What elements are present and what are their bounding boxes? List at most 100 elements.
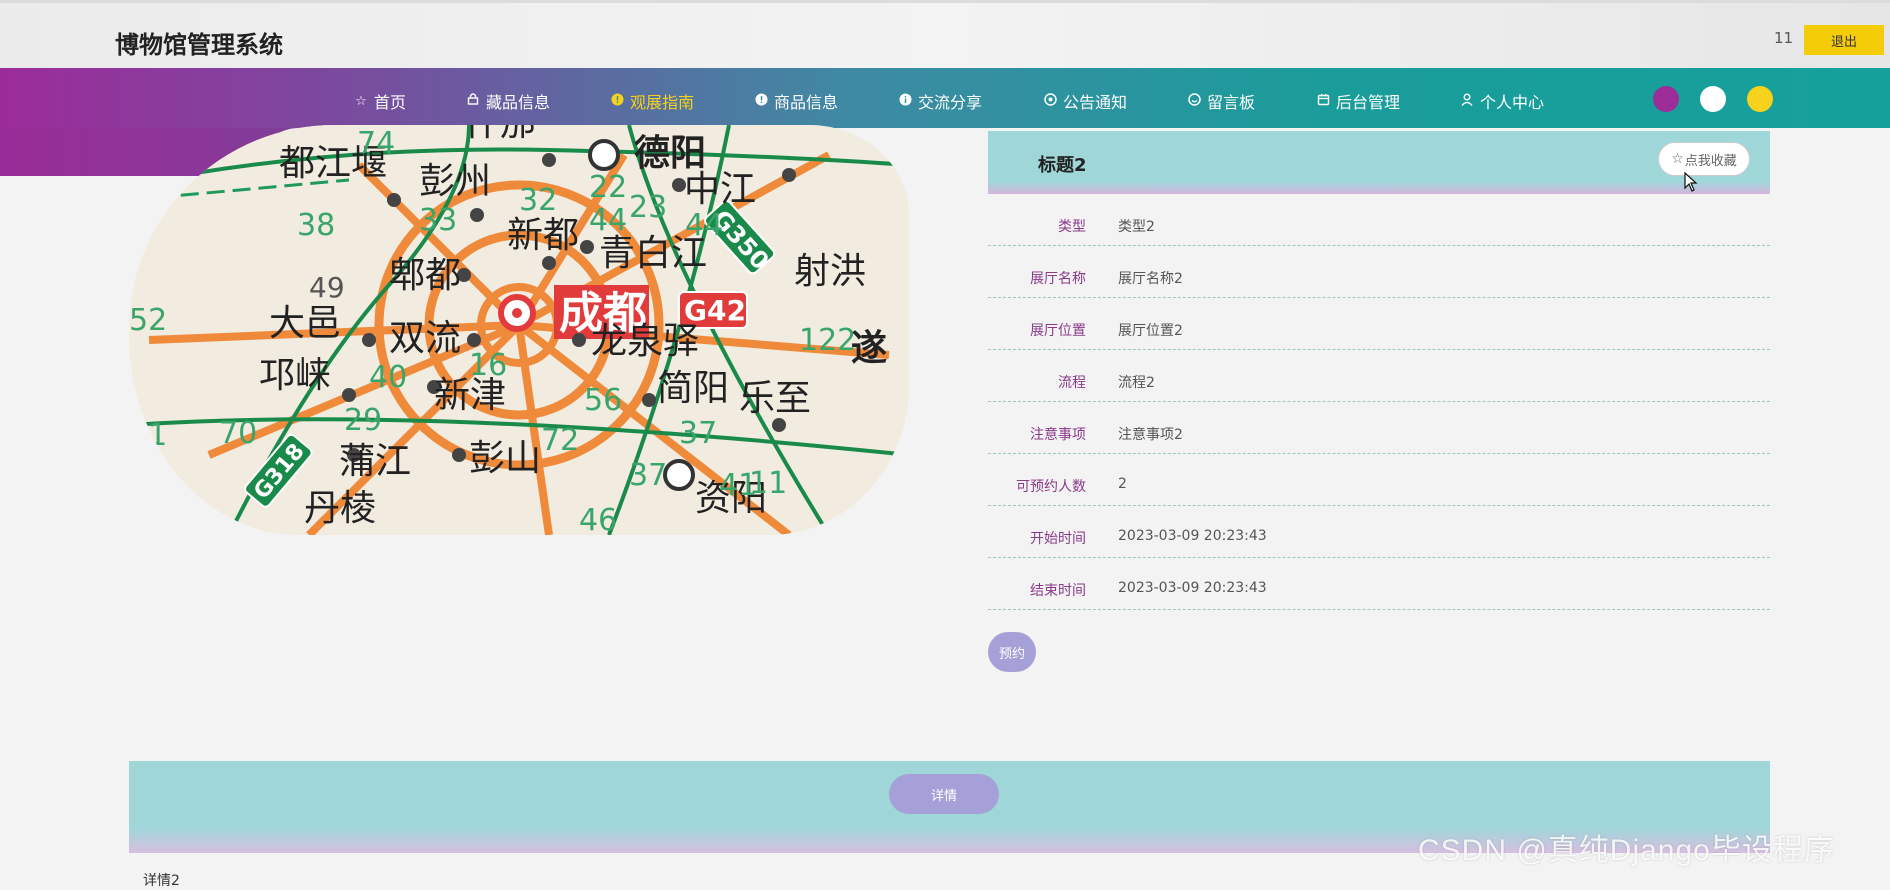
book-button[interactable]: 预约: [988, 632, 1036, 672]
details-content: 详情2: [143, 873, 180, 889]
svg-text:郫都: 郫都: [389, 255, 461, 296]
detail-row-start-time: 开始时间 2023-03-09 20:23:43: [988, 506, 1770, 558]
favorite-button[interactable]: ☆ 点我收藏: [1658, 142, 1750, 176]
map-graphic: 成都 G42 G350 G318 德阳 都江堰 彭州 什邡 中江: [129, 125, 909, 535]
field-value: 类型2: [1118, 219, 1155, 235]
field-label: 开始时间: [1030, 531, 1086, 547]
svg-text:49: 49: [309, 271, 345, 304]
detail-row-hall-location: 展厅位置 展厅位置2: [988, 298, 1770, 350]
svg-text:32: 32: [519, 183, 557, 218]
svg-text:射洪: 射洪: [794, 251, 866, 292]
field-value: 2: [1118, 476, 1127, 492]
field-value: 注意事项2: [1118, 427, 1183, 443]
field-value: 流程2: [1118, 375, 1155, 391]
site-title: 博物馆管理系统: [115, 31, 283, 59]
field-label: 类型: [1058, 219, 1086, 235]
theme-color-purple[interactable]: [1653, 86, 1679, 112]
detail-row-end-time: 结束时间 2023-03-09 20:23:43: [988, 558, 1770, 610]
detail-row-capacity: 可预约人数 2: [988, 454, 1770, 506]
calendar-icon: [1316, 93, 1330, 110]
nav-item-admin[interactable]: 后台管理: [1316, 89, 1400, 113]
svg-text:37: 37: [629, 458, 667, 493]
nav-item-profile[interactable]: 个人中心: [1460, 89, 1544, 113]
svg-text:44: 44: [685, 208, 723, 243]
field-label: 结束时间: [1030, 583, 1086, 599]
svg-text:46: 46: [579, 503, 617, 535]
svg-text:22: 22: [589, 170, 627, 205]
detail-row-process: 流程 流程2: [988, 350, 1770, 402]
svg-text:37: 37: [679, 416, 717, 451]
svg-text:40: 40: [369, 360, 407, 395]
nav-item-label: 后台管理: [1336, 93, 1401, 112]
svg-text:什邡: 什邡: [464, 125, 536, 144]
svg-text:双流: 双流: [389, 318, 461, 359]
detail-row-hall-name: 展厅名称 展厅名称2: [988, 246, 1770, 298]
field-label: 流程: [1058, 375, 1086, 391]
svg-text:52: 52: [129, 303, 167, 338]
info-circle-icon: [898, 93, 912, 110]
lock-icon: [466, 93, 480, 109]
nav-item-label: 留言板: [1207, 93, 1256, 112]
nav-item-label: 观展指南: [630, 93, 695, 112]
nav-item-home[interactable]: ☆ 首页: [354, 89, 406, 113]
field-label: 可预约人数: [1016, 479, 1086, 495]
svg-text:蒲江: 蒲江: [339, 441, 411, 482]
nav-item-label: 交流分享: [918, 93, 983, 112]
svg-text:23: 23: [629, 190, 667, 225]
svg-text:中江: 中江: [684, 169, 756, 210]
field-value: 2023-03-09 20:23:43: [1118, 580, 1267, 596]
svg-text:德阳: 德阳: [634, 133, 706, 174]
nav-item-products[interactable]: 商品信息: [754, 89, 838, 113]
field-value: 展厅名称2: [1118, 271, 1183, 287]
theme-color-white[interactable]: [1700, 86, 1726, 112]
svg-text:邛崃: 邛崃: [259, 355, 331, 396]
nav-item-share[interactable]: 交流分享: [898, 89, 982, 113]
nav-item-label: 首页: [374, 93, 407, 112]
tab-details[interactable]: 详情: [889, 774, 999, 814]
detail-fields: 类型 类型2 展厅名称 展厅名称2 展厅位置 展厅位置2 流程 流程2 注意事项…: [988, 194, 1770, 610]
svg-text:彭州: 彭州: [419, 161, 491, 202]
svg-text:11: 11: [749, 466, 787, 501]
svg-text:74: 74: [357, 126, 395, 161]
nav-item-guide[interactable]: 观展指南: [610, 89, 694, 113]
svg-text:29: 29: [344, 403, 382, 438]
field-label: 展厅名称: [1030, 271, 1086, 287]
svg-text:乐至: 乐至: [739, 378, 811, 419]
user-id: 11: [1774, 29, 1794, 47]
nav-item-label: 公告通知: [1063, 93, 1128, 112]
nav-item-collections[interactable]: 藏品信息: [466, 89, 550, 113]
favorite-label: 点我收藏: [1684, 153, 1737, 169]
svg-text:11: 11: [129, 418, 167, 453]
svg-text:44: 44: [589, 203, 627, 238]
nav-item-label: 藏品信息: [486, 93, 551, 112]
nav-item-message-board[interactable]: 留言板: [1187, 89, 1255, 113]
svg-text:56: 56: [584, 383, 622, 418]
svg-text:简阳: 简阳: [657, 368, 729, 409]
nav-item-label: 商品信息: [774, 93, 839, 112]
theme-color-yellow[interactable]: [1747, 86, 1773, 112]
field-value: 展厅位置2: [1118, 323, 1183, 339]
field-label: 展厅位置: [1030, 323, 1086, 339]
info-circle-icon: [610, 93, 624, 110]
svg-text:龙泉驿: 龙泉驿: [591, 321, 699, 362]
settings-circle-icon: [1043, 92, 1057, 110]
mouse-cursor-icon: [1684, 172, 1698, 192]
svg-text:丹棱: 丹棱: [304, 488, 376, 529]
nav-item-notices[interactable]: 公告通知: [1043, 89, 1127, 113]
svg-text:72: 72: [541, 423, 579, 458]
exhibition-image: 成都 G42 G350 G318 德阳 都江堰 彭州 什邡 中江: [129, 125, 909, 535]
svg-text:33: 33: [419, 203, 457, 238]
logout-button[interactable]: 退出: [1804, 25, 1884, 55]
top-header: 博物馆管理系统 11 退出: [0, 0, 1890, 68]
watermark: CSDN @真纯Django毕设程序: [1418, 834, 1835, 867]
smile-icon: [1187, 92, 1201, 110]
info-circle-icon: [754, 93, 768, 110]
svg-text:38: 38: [297, 208, 335, 243]
svg-text:大邑: 大邑: [269, 303, 341, 344]
svg-text:新都: 新都: [507, 215, 579, 256]
field-value: 2023-03-09 20:23:43: [1118, 528, 1267, 544]
detail-row-notes: 注意事项 注意事项2: [988, 402, 1770, 454]
svg-text:122: 122: [799, 323, 856, 358]
detail-row-type: 类型 类型2: [988, 194, 1770, 246]
detail-title: 标题2: [1038, 155, 1087, 176]
